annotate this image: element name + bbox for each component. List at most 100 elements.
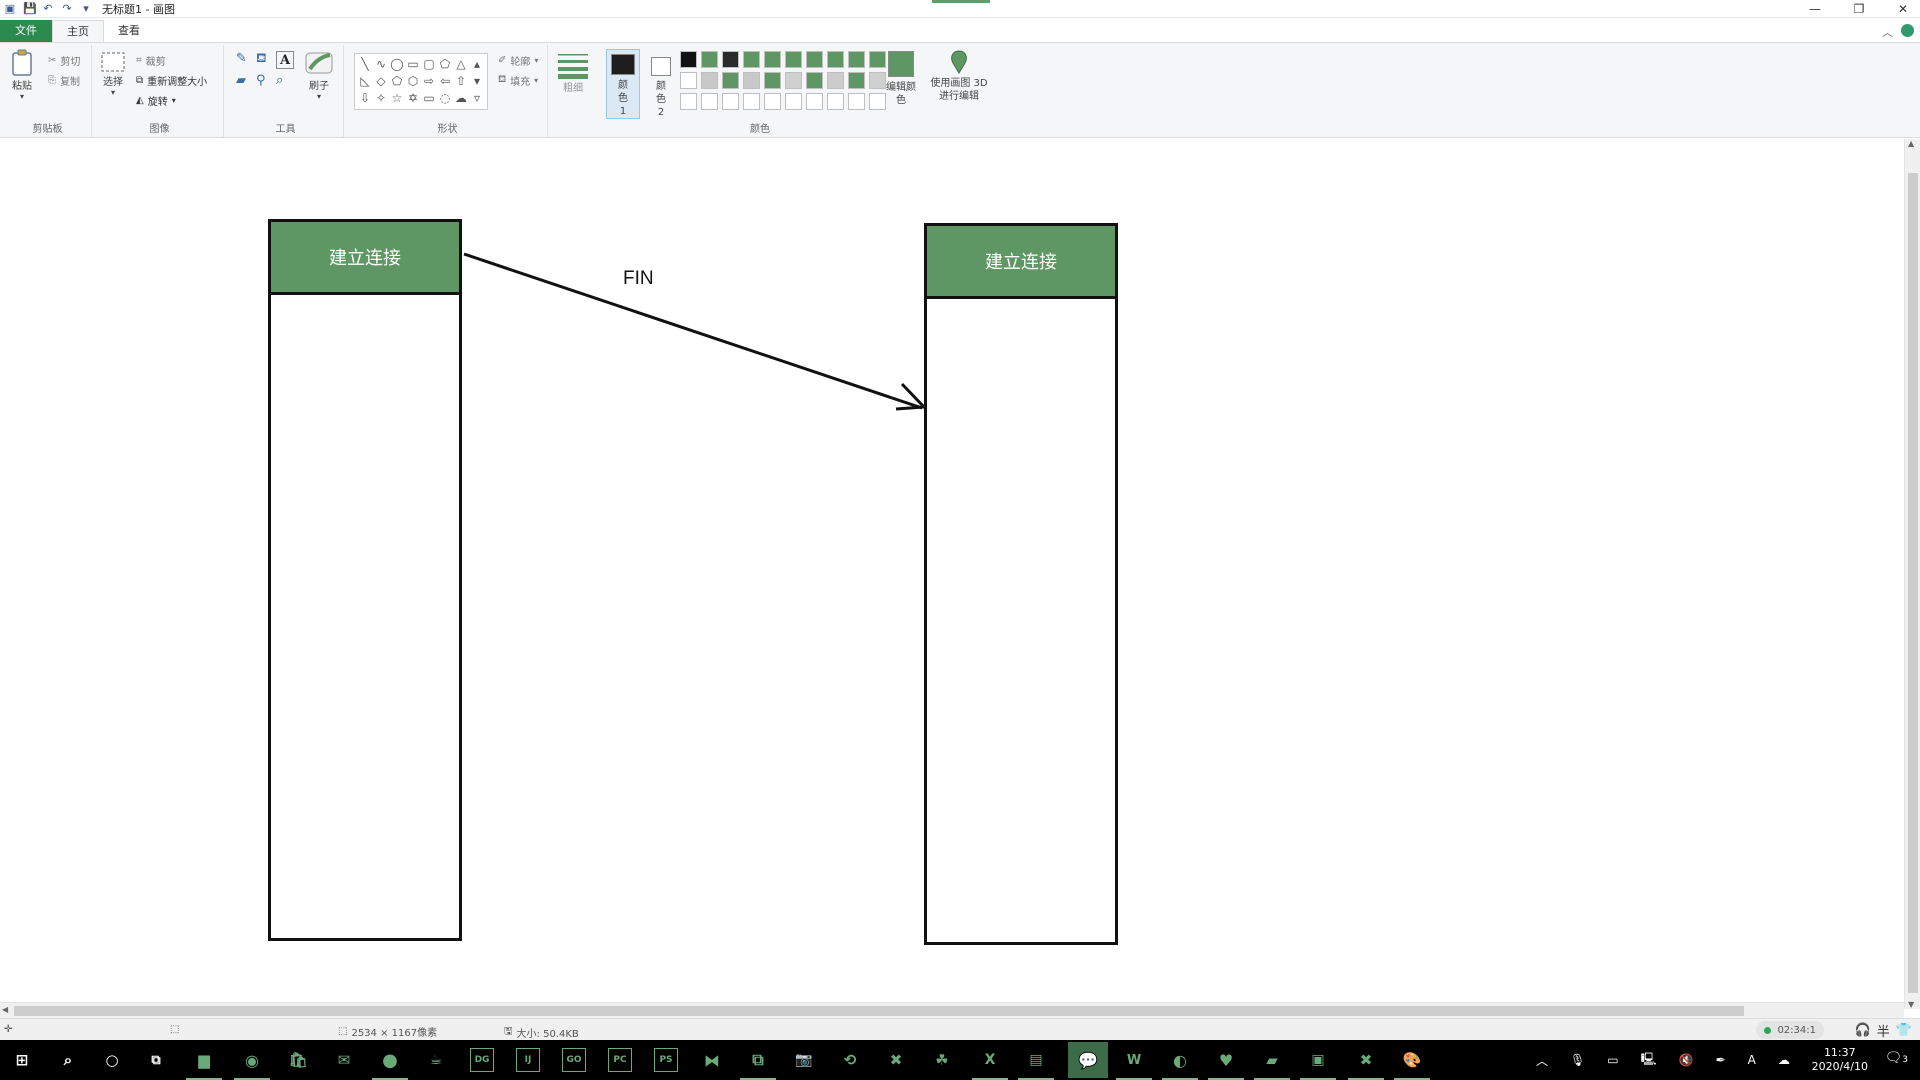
magnifier-icon[interactable]: ⌕ [276,73,296,95]
rounded-rect-shape-icon[interactable]: ▢ [421,56,437,73]
palette-swatch-22[interactable] [722,93,739,110]
edit-colors-button[interactable]: 编辑颜色 [886,51,916,107]
rect-callout-icon[interactable]: ▭ [421,90,437,107]
line-shape-icon[interactable]: ╲ [357,56,373,73]
horizontal-scroll-thumb[interactable] [14,1006,1744,1016]
help-icon[interactable] [1901,24,1914,37]
paste-button[interactable]: 粘贴 ▾ [10,49,34,101]
palette-swatch-13[interactable] [743,72,760,89]
redo-icon[interactable]: ↷ [61,2,73,15]
virtual-machine-icon[interactable]: ⧉ [740,1048,776,1080]
planner-icon[interactable]: ☘ [930,1048,954,1072]
phpstorm-icon[interactable]: PS [654,1048,678,1072]
scroll-down-icon[interactable]: ▼ [1908,1000,1914,1009]
palette-swatch-3[interactable] [743,51,760,68]
rectangle-shape-icon[interactable]: ▭ [405,56,421,73]
palette-swatch-5[interactable] [785,51,802,68]
customize-qa-icon[interactable]: ▾ [80,2,92,15]
green-app-icon[interactable]: ● [372,1048,408,1080]
cloud-sync-icon[interactable]: ☁ [1778,1053,1790,1067]
word-icon[interactable]: W [1116,1048,1152,1080]
datagrip-icon[interactable]: DG [470,1048,494,1072]
palette-swatch-23[interactable] [743,93,760,110]
pycharm-icon[interactable]: PC [608,1048,632,1072]
collapse-ribbon-icon[interactable]: ︿ [1882,24,1893,40]
palette-swatch-1[interactable] [701,51,718,68]
palette-swatch-0[interactable] [680,51,697,68]
microphone-icon[interactable]: 🎙 [1570,1053,1585,1067]
palette-swatch-27[interactable] [827,93,844,110]
cortana-icon[interactable]: ○ [100,1048,124,1072]
scroll-left-icon[interactable]: ◀ [2,1005,8,1014]
fill-bucket-icon[interactable]: ⛾ [256,51,276,73]
palette-swatch-25[interactable] [785,93,802,110]
system-clock[interactable]: 11:37 2020/4/10 [1812,1046,1868,1074]
pencil-icon[interactable]: ✎ [236,51,256,73]
notes-icon[interactable]: ▰ [1254,1048,1290,1080]
palette-swatch-19[interactable] [869,72,886,89]
six-point-star-icon[interactable]: ✡ [405,90,421,107]
chrome-icon[interactable]: ◉ [234,1048,270,1080]
color2-button[interactable]: 颜色 2 [646,49,676,119]
outline-button[interactable]: ✐ 轮廓 ▾ [498,53,538,68]
palette-swatch-6[interactable] [806,51,823,68]
task-view-icon[interactable]: ⧉ [144,1048,168,1072]
recording-indicator[interactable]: 02:34:1 [1756,1021,1824,1039]
palette-swatch-10[interactable] [680,72,697,89]
select-button[interactable]: 选择 ▾ [100,51,126,97]
screen-capture-icon[interactable]: ▣ [1300,1048,1336,1080]
curve-shape-icon[interactable]: ∿ [373,56,389,73]
undo-icon[interactable]: ↶ [42,2,54,15]
horizontal-scrollbar[interactable]: ◀ [0,1002,1904,1018]
save-icon[interactable]: 💾 [23,2,37,15]
shape-gallery[interactable]: ╲ ∿ ◯ ▭ ▢ ⬠ △ ▴ ◺ ◇ ⬠ ⬡ ⇨ ⇦ ⇧ ▾ ⇩ ✧ ☆ ✡ [354,53,488,110]
down-arrow-shape-icon[interactable]: ⇩ [357,90,373,107]
brushes-button[interactable]: 刷子 ▾ [304,49,334,101]
triangle-shape-icon[interactable]: △ [453,56,469,73]
scroll-up-icon[interactable]: ▲ [1908,139,1914,148]
minimize-button[interactable]: — [1806,2,1824,16]
size-button[interactable]: 粗细 [558,51,588,94]
four-point-star-icon[interactable]: ✧ [373,90,389,107]
network-app-icon[interactable]: ⟲ [838,1048,862,1072]
xmind-icon[interactable]: ✖ [884,1048,908,1072]
palette-swatch-29[interactable] [869,93,886,110]
polygon-shape-icon[interactable]: ⬠ [437,56,453,73]
color-picker-icon[interactable]: ⚲ [256,73,276,95]
palette-swatch-2[interactable] [722,51,739,68]
five-point-star-icon[interactable]: ☆ [389,90,405,107]
terminal-icon[interactable]: ▤ [1018,1048,1054,1080]
right-triangle-shape-icon[interactable]: ◺ [357,73,373,90]
palette-swatch-14[interactable] [764,72,781,89]
pentagon-shape-icon[interactable]: ⬠ [389,73,405,90]
chat-app-icon[interactable]: ♥ [1208,1048,1244,1080]
mail-icon[interactable]: ✉ [332,1048,356,1072]
battery-icon[interactable]: ▭ [1607,1053,1618,1067]
store-icon[interactable]: 🛍 [286,1048,310,1072]
up-arrow-shape-icon[interactable]: ⇧ [453,73,469,90]
palette-swatch-12[interactable] [722,72,739,89]
tab-home[interactable]: 主页 [52,20,104,42]
palette-swatch-20[interactable] [680,93,697,110]
camera-icon[interactable]: 📷 [792,1048,816,1072]
pen-icon[interactable]: ✒ [1716,1053,1726,1067]
network-icon[interactable]: 🖳 [1641,1050,1657,1071]
color1-button[interactable]: 颜色 1 [606,49,640,119]
intellij-icon[interactable]: IJ [516,1048,540,1072]
tab-view[interactable]: 查看 [104,20,154,42]
palette-swatch-4[interactable] [764,51,781,68]
vertical-scrollbar[interactable]: ▲ ▼ [1904,139,1920,1009]
copy-button[interactable]: ⎘ 复制 [48,73,80,88]
palette-swatch-15[interactable] [785,72,802,89]
search-icon[interactable]: ⌕ [56,1048,80,1072]
right-arrow-shape-icon[interactable]: ⇨ [421,73,437,90]
cloud-callout-icon[interactable]: ☁ [453,90,469,107]
text-tool-icon[interactable]: A [276,51,294,69]
drawing-canvas[interactable]: 建立连接 建立连接 FIN [0,139,1900,1000]
file-explorer-icon[interactable]: ▆ [186,1048,222,1080]
palette-swatch-7[interactable] [827,51,844,68]
shape-scroll-up-icon[interactable]: ▴ [469,56,485,73]
palette-swatch-9[interactable] [869,51,886,68]
excel-icon[interactable]: X [972,1048,1008,1080]
tab-file[interactable]: 文件 [0,20,52,42]
